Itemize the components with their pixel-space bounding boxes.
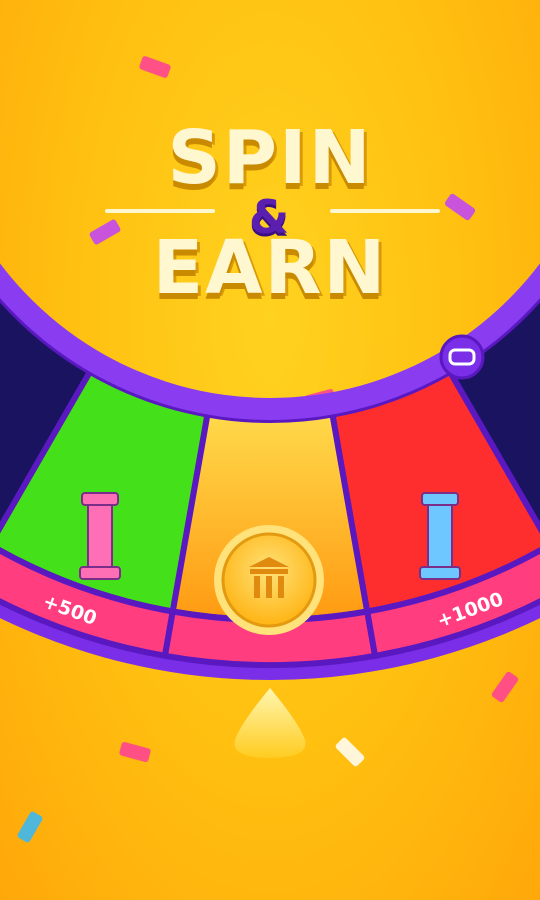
pillar-icon (421, 492, 459, 506)
pillar-icon (79, 566, 121, 580)
pillar-icon (87, 499, 113, 571)
pointer-triangle-icon (234, 688, 306, 758)
rim-button[interactable] (439, 334, 485, 380)
spin-wheel[interactable]: +100+500+1000+50 (0, 0, 540, 900)
pillar-icon (81, 492, 119, 506)
pillar-coin-icon (214, 525, 324, 635)
pillar-icon (427, 499, 453, 571)
pillar-icon (419, 566, 461, 580)
